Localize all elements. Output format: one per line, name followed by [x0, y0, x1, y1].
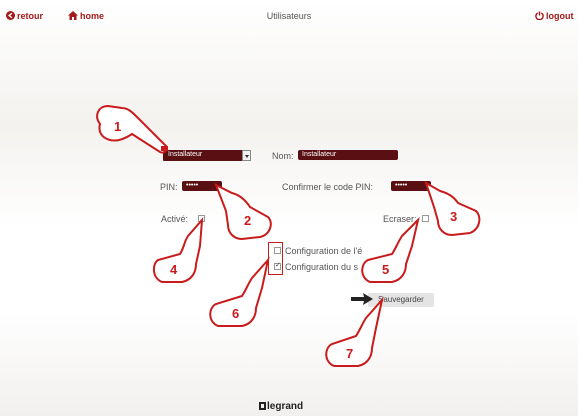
config2-label: Configuration du s — [285, 262, 359, 272]
name-field[interactable]: Installateur — [298, 150, 398, 160]
logout-label: logout — [546, 11, 574, 21]
callout-2-number: 2 — [244, 213, 251, 228]
name-label: Nom: — [272, 151, 294, 161]
legrand-square-icon — [259, 402, 266, 410]
logout-link[interactable]: logout — [535, 11, 574, 21]
pin-label: PIN: — [160, 182, 178, 192]
config1-label: Configuration de l'é — [285, 246, 363, 256]
chevron-down-icon — [242, 150, 251, 161]
callout-7-number: 7 — [346, 346, 353, 361]
confirm-pin-label: Confirmer le code PIN: — [282, 182, 374, 192]
callout-2-hand-icon: 2 — [214, 183, 272, 241]
callout-5-hand-icon: 5 — [361, 216, 420, 283]
profile-select-value: Installateur — [168, 151, 203, 158]
callout-1-tip — [161, 146, 168, 151]
callout-3-number: 3 — [450, 209, 457, 224]
page-title: Utilisateurs — [266, 11, 312, 21]
legrand-logo: legrand — [259, 401, 303, 412]
callout-4-hand-icon: 4 — [152, 217, 204, 283]
callout-6-hand-icon: 6 — [209, 256, 270, 327]
callout-1-hand-icon: 1 — [96, 104, 168, 154]
callout-1-number: 1 — [114, 119, 121, 134]
top-bar: retour home Utilisateurs logout — [0, 0, 578, 24]
profile-select[interactable]: Installateur — [163, 150, 251, 161]
power-icon — [535, 11, 544, 21]
callout-5-number: 5 — [382, 262, 389, 277]
callout-4-number: 4 — [170, 262, 178, 277]
callout-3-hand-icon: 3 — [424, 181, 481, 237]
callout-7-hand-icon: 7 — [325, 296, 384, 367]
pointer-arrow-icon — [351, 293, 373, 305]
callout-6-number: 6 — [232, 306, 239, 321]
